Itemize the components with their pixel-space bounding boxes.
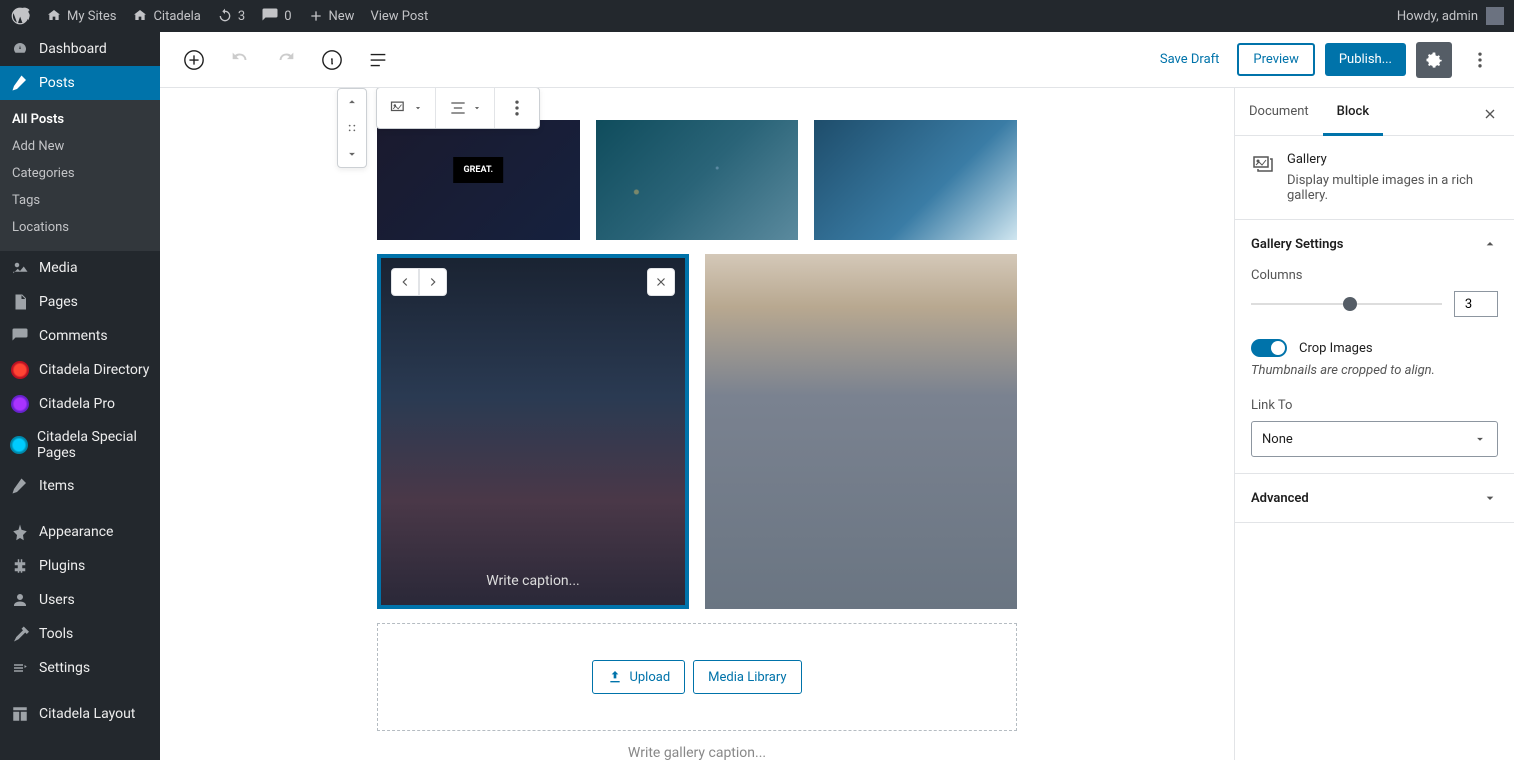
avatar	[1486, 7, 1504, 25]
columns-label: Columns	[1251, 268, 1498, 283]
save-draft-button[interactable]: Save Draft	[1152, 44, 1228, 75]
settings-toggle-button[interactable]	[1416, 42, 1452, 78]
gallery-image-5[interactable]	[705, 254, 1017, 609]
add-block-button[interactable]	[176, 42, 212, 78]
user-menu[interactable]: Howdy, admin	[1397, 7, 1504, 25]
sidebar-sub-locations[interactable]: Locations	[0, 214, 160, 241]
crop-images-label: Crop Images	[1299, 341, 1373, 356]
sidebar-item-users[interactable]: Users	[0, 583, 160, 617]
gallery-image-4-selected[interactable]: Write caption...	[377, 254, 689, 609]
block-inspector: Document Block Gallery Display multiple …	[1234, 88, 1514, 760]
gallery-icon	[1251, 152, 1275, 176]
sidebar-item-dashboard[interactable]: Dashboard	[0, 32, 160, 66]
editor-header: Save Draft Preview Publish...	[160, 32, 1514, 88]
sidebar-item-citadela-special-pages[interactable]: Citadela Special Pages	[0, 421, 160, 469]
gallery-image-1[interactable]	[377, 120, 580, 240]
comments-link[interactable]: 0	[261, 7, 291, 25]
sidebar-item-appearance[interactable]: Appearance	[0, 515, 160, 549]
sidebar-item-citadela-layout[interactable]: Citadela Layout	[0, 697, 160, 731]
more-options-button[interactable]	[1462, 42, 1498, 78]
sidebar-item-media[interactable]: Media	[0, 251, 160, 285]
sidebar-sub-allposts[interactable]: All Posts	[0, 106, 160, 133]
crop-help-text: Thumbnails are cropped to align.	[1251, 363, 1498, 378]
gallery-image-3[interactable]	[814, 120, 1017, 240]
gallery-image-2[interactable]	[596, 120, 799, 240]
sidebar-item-settings[interactable]: Settings	[0, 651, 160, 685]
drag-handle[interactable]	[338, 115, 366, 141]
advanced-header[interactable]: Advanced	[1235, 474, 1514, 522]
columns-input[interactable]	[1454, 291, 1498, 317]
gallery-block[interactable]: Write caption... Upload Media Library Wr…	[377, 88, 1017, 760]
new-link[interactable]: New	[308, 8, 355, 24]
wordpress-logo[interactable]	[10, 6, 30, 26]
sidebar-sub-tags[interactable]: Tags	[0, 187, 160, 214]
linkto-select[interactable]: None	[1251, 421, 1498, 457]
sidebar-sub-categories[interactable]: Categories	[0, 160, 160, 187]
crop-images-toggle[interactable]	[1251, 339, 1287, 357]
image-move-left-button[interactable]	[391, 268, 419, 296]
preview-button[interactable]: Preview	[1237, 43, 1314, 76]
sidebar-item-citadela-pro[interactable]: Citadela Pro	[0, 387, 160, 421]
site-link[interactable]: Citadela	[132, 8, 200, 24]
undo-button[interactable]	[222, 42, 258, 78]
image-remove-button[interactable]	[647, 268, 675, 296]
admin-sidebar: Dashboard Posts All Posts Add New Catego…	[0, 32, 160, 760]
tab-block[interactable]: Block	[1323, 88, 1383, 135]
gallery-upload-area: Upload Media Library	[377, 623, 1017, 731]
gallery-settings-header[interactable]: Gallery Settings	[1235, 220, 1514, 268]
mysites-link[interactable]: My Sites	[46, 8, 116, 24]
sidebar-item-items[interactable]: Items	[0, 469, 160, 503]
sidebar-item-citadela-directory[interactable]: Citadela Directory	[0, 353, 160, 387]
block-type-button[interactable]	[377, 88, 435, 128]
align-button[interactable]	[435, 88, 494, 128]
citadela-directory-icon	[11, 361, 29, 379]
linkto-label: Link To	[1251, 398, 1498, 413]
image-caption-input[interactable]: Write caption...	[381, 573, 685, 589]
sidebar-item-posts[interactable]: Posts	[0, 66, 160, 100]
sidebar-item-tools[interactable]: Tools	[0, 617, 160, 651]
columns-slider[interactable]	[1251, 303, 1442, 305]
block-description-label: Display multiple images in a rich galler…	[1287, 173, 1498, 203]
redo-button[interactable]	[268, 42, 304, 78]
citadela-pro-icon	[11, 395, 29, 413]
updates-link[interactable]: 3	[217, 8, 245, 24]
outline-button[interactable]	[360, 42, 396, 78]
viewpost-link[interactable]: View Post	[370, 9, 428, 24]
block-more-button[interactable]	[494, 88, 539, 128]
sidebar-item-pages[interactable]: Pages	[0, 285, 160, 319]
admin-toolbar: My Sites Citadela 3 0 New View Post Howd…	[0, 0, 1514, 32]
publish-button[interactable]: Publish...	[1325, 43, 1406, 76]
info-button[interactable]	[314, 42, 350, 78]
block-toolbar	[376, 88, 540, 129]
editor-canvas[interactable]: Write caption... Upload Media Library Wr…	[160, 88, 1234, 760]
block-name-label: Gallery	[1287, 152, 1498, 167]
upload-button[interactable]: Upload	[592, 660, 685, 694]
block-mover	[337, 88, 367, 168]
image-move-right-button[interactable]	[419, 268, 447, 296]
move-up-button[interactable]	[338, 89, 366, 115]
citadela-sp-icon	[10, 436, 28, 454]
gallery-caption-input[interactable]: Write gallery caption...	[377, 731, 1017, 760]
media-library-button[interactable]: Media Library	[693, 660, 801, 694]
move-down-button[interactable]	[338, 141, 366, 167]
close-inspector-button[interactable]	[1476, 100, 1504, 132]
sidebar-item-comments[interactable]: Comments	[0, 319, 160, 353]
sidebar-item-plugins[interactable]: Plugins	[0, 549, 160, 583]
sidebar-sub-addnew[interactable]: Add New	[0, 133, 160, 160]
tab-document[interactable]: Document	[1235, 88, 1323, 135]
